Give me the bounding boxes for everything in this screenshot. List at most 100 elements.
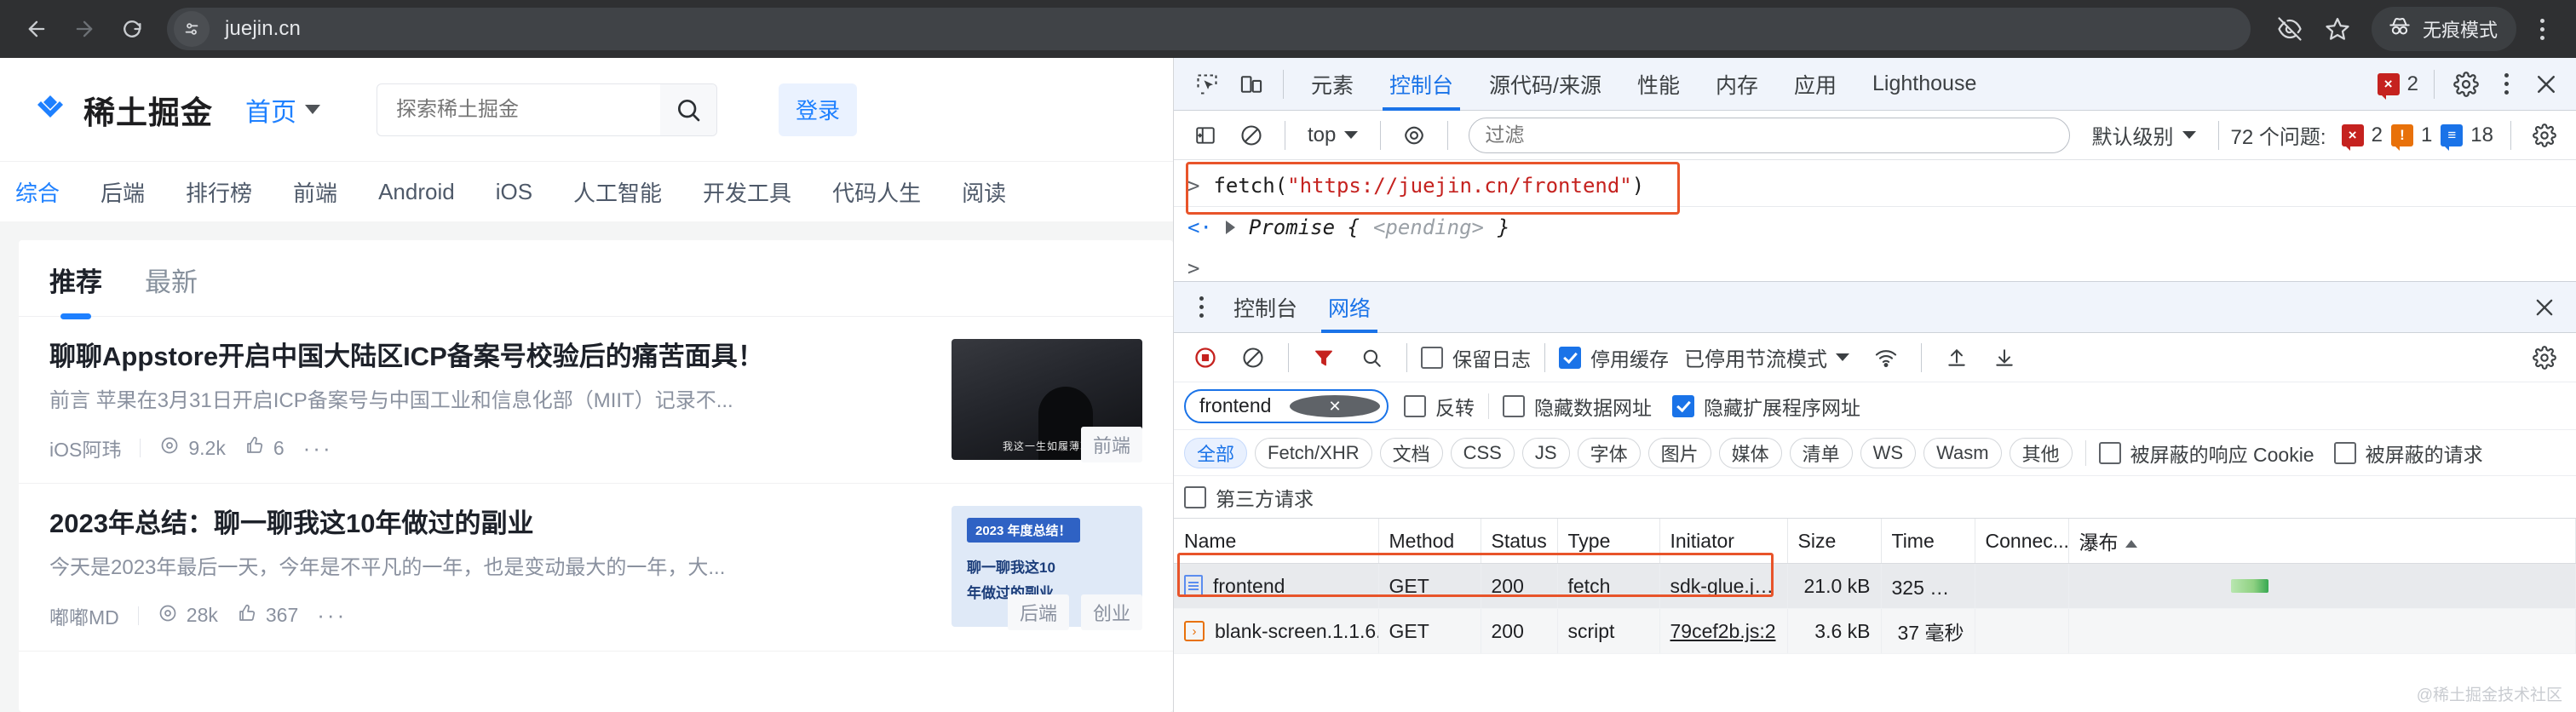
drawer-tab-console[interactable]: 控制台 — [1218, 282, 1313, 333]
clear-console-icon[interactable] — [1230, 114, 1273, 157]
search-input[interactable] — [377, 83, 660, 135]
invert-checkbox[interactable]: 反转 — [1404, 392, 1475, 421]
site-search[interactable] — [377, 83, 717, 136]
clear-filter-icon[interactable]: ✕ — [1290, 394, 1380, 417]
article-more-icon[interactable]: ··· — [303, 435, 333, 462]
nav-home[interactable]: 首页 — [245, 91, 320, 129]
live-expression-icon[interactable] — [1393, 114, 1435, 157]
article-likes[interactable]: 367 — [237, 603, 298, 629]
column-name[interactable]: Name — [1174, 519, 1379, 564]
site-settings-icon[interactable] — [174, 11, 210, 47]
chip-js[interactable]: JS — [1521, 437, 1570, 468]
console-filter-input[interactable] — [1469, 117, 2070, 153]
hide-data-urls-checkbox[interactable]: 隐藏数据网址 — [1503, 392, 1652, 421]
clear-network-icon[interactable] — [1232, 336, 1274, 379]
drawer-menu-icon[interactable] — [1184, 286, 1218, 329]
article-tag[interactable]: 创业 — [1080, 594, 1142, 630]
category-devtools[interactable]: 开发工具 — [703, 176, 791, 208]
login-button[interactable]: 登录 — [779, 83, 857, 136]
disable-cache-checkbox[interactable]: 停用缓存 — [1559, 343, 1669, 372]
funnel-filter-icon[interactable] — [1302, 336, 1345, 379]
console-settings-gear-icon[interactable] — [2523, 114, 2566, 157]
blocked-requests-checkbox[interactable]: 被屏蔽的请求 — [2333, 439, 2483, 468]
tab-performance[interactable]: 性能 — [1620, 58, 1697, 111]
issues-error-badge[interactable]: × 2 — [2341, 123, 2383, 151]
inspect-element-icon[interactable] — [1186, 63, 1228, 106]
browser-menu-icon[interactable] — [2523, 7, 2561, 51]
article-likes[interactable]: 6 — [244, 435, 285, 461]
chip-manifest[interactable]: 清单 — [1789, 437, 1853, 468]
column-connection[interactable]: Connec... — [1975, 519, 2069, 564]
gear-icon[interactable] — [2445, 63, 2487, 106]
column-type[interactable]: Type — [1557, 519, 1660, 564]
bookmark-star-icon[interactable] — [2315, 7, 2360, 51]
category-houduan[interactable]: 后端 — [101, 176, 145, 208]
category-life[interactable]: 代码人生 — [832, 176, 921, 208]
chip-media[interactable]: 媒体 — [1718, 437, 1782, 468]
category-ios[interactable]: iOS — [496, 179, 532, 205]
cell-initiator[interactable]: sdk-glue.js:1 — [1659, 563, 1788, 609]
column-size[interactable]: Size — [1787, 519, 1882, 564]
wifi-icon[interactable] — [1865, 336, 1907, 379]
hide-extension-urls-checkbox[interactable]: 隐藏扩展程序网址 — [1672, 392, 1860, 421]
close-devtools-icon[interactable] — [2525, 63, 2567, 106]
forward-button[interactable] — [63, 8, 106, 50]
execution-context-dropdown[interactable]: top — [1297, 123, 1368, 147]
column-method[interactable]: Method — [1378, 519, 1481, 564]
address-bar[interactable]: juejin.cn — [167, 8, 2251, 50]
search-network-icon[interactable] — [1350, 336, 1393, 379]
category-ai[interactable]: 人工智能 — [573, 176, 662, 208]
drawer-close-icon[interactable] — [2523, 286, 2566, 329]
tab-memory[interactable]: 内存 — [1699, 58, 1775, 111]
reload-button[interactable] — [111, 8, 153, 50]
chip-all[interactable]: 全部 — [1184, 437, 1248, 468]
tab-sources[interactable]: 源代码/来源 — [1472, 58, 1619, 111]
record-stop-icon[interactable] — [1184, 336, 1227, 379]
incognito-indicator[interactable]: 无痕模式 — [2371, 7, 2516, 51]
console-sidebar-icon[interactable] — [1184, 114, 1227, 157]
site-logo[interactable]: 稀土掘金 — [31, 87, 213, 133]
error-count-badge[interactable]: × 2 — [2377, 72, 2418, 100]
preserve-log-checkbox[interactable]: 保留日志 — [1421, 343, 1531, 372]
chip-doc[interactable]: 文档 — [1379, 437, 1443, 468]
tab-elements[interactable]: 元素 — [1294, 58, 1371, 111]
devtools-menu-icon[interactable] — [2489, 63, 2523, 106]
article-author[interactable]: 嘟嘟MD — [49, 601, 119, 630]
article-author[interactable]: iOS阿玮 — [49, 434, 121, 462]
import-har-icon[interactable] — [1935, 336, 1978, 379]
category-paihangbang[interactable]: 排行榜 — [186, 176, 252, 208]
tab-console[interactable]: 控制台 — [1372, 58, 1470, 111]
article-item[interactable]: 2023年总结：聊一聊我这10年做过的副业 今天是2023年最后一天，今年是不平… — [19, 484, 1173, 652]
article-item[interactable]: 聊聊Appstore开启中国大陆区ICP备案号校验后的痛苦面具！ 前言 苹果在3… — [19, 317, 1173, 485]
chip-ws[interactable]: WS — [1860, 437, 1917, 468]
category-zonghe[interactable]: 综合 — [15, 176, 60, 208]
eye-off-icon[interactable] — [2268, 7, 2312, 51]
column-time[interactable]: Time — [1881, 519, 1975, 564]
drawer-tab-network[interactable]: 网络 — [1313, 282, 1386, 333]
log-level-dropdown[interactable]: 默认级别 — [2082, 120, 2206, 150]
table-row[interactable]: › blank-screen.1.1.6.js GET 200 script 7… — [1174, 608, 2576, 654]
chip-font[interactable]: 字体 — [1577, 437, 1641, 468]
tab-application[interactable]: 应用 — [1777, 58, 1854, 111]
category-android[interactable]: Android — [378, 179, 455, 205]
column-status[interactable]: Status — [1481, 519, 1558, 564]
article-more-icon[interactable]: ··· — [317, 602, 347, 629]
category-qianduan[interactable]: 前端 — [293, 176, 337, 208]
article-title[interactable]: 2023年总结：聊一聊我这10年做过的副业 — [49, 506, 931, 542]
chip-wasm[interactable]: Wasm — [1923, 437, 2002, 468]
device-toolbar-icon[interactable] — [1230, 63, 1273, 106]
blocked-cookies-checkbox[interactable]: 被屏蔽的响应 Cookie — [2098, 439, 2314, 468]
tab-lighthouse[interactable]: Lighthouse — [1855, 58, 1993, 111]
chip-img[interactable]: 图片 — [1647, 437, 1711, 468]
tab-latest[interactable]: 最新 — [145, 261, 198, 319]
search-button[interactable] — [660, 83, 716, 135]
article-title[interactable]: 聊聊Appstore开启中国大陆区ICP备案号校验后的痛苦面具！ — [49, 339, 931, 375]
article-tag[interactable]: 前端 — [1080, 427, 1142, 463]
tab-recommended[interactable]: 推荐 — [49, 261, 102, 319]
third-party-checkbox[interactable]: 第三方请求 — [1184, 483, 1314, 512]
expand-triangle-icon[interactable] — [1225, 221, 1235, 234]
back-button[interactable] — [15, 8, 58, 50]
chip-other[interactable]: 其他 — [2009, 437, 2073, 468]
console-input-entry[interactable]: > fetch("https://juejin.cn/frontend") — [1174, 165, 2576, 207]
issues-warning-badge[interactable]: ! 1 — [2390, 123, 2432, 151]
